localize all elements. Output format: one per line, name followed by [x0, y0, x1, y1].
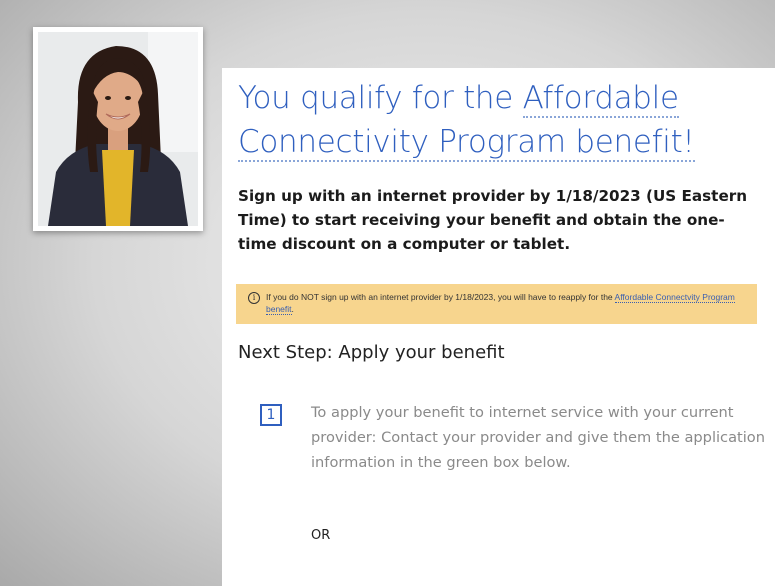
presenter-photo-frame — [33, 27, 203, 231]
step-number-badge: 1 — [260, 404, 282, 426]
alert-text: If you do NOT sign up with an internet p… — [266, 292, 615, 302]
info-icon: i — [248, 292, 260, 304]
title-text: You qualify for the — [238, 80, 523, 116]
presenter-image — [38, 32, 198, 226]
next-step-heading: Next Step: Apply your benefit — [238, 342, 505, 363]
step-text: To apply your benefit to internet servic… — [311, 404, 765, 471]
alert-tail: . — [291, 304, 294, 314]
presenter-photo — [38, 32, 198, 226]
deadline-alert: i If you do NOT sign up with an internet… — [236, 284, 757, 324]
or-separator: OR — [311, 528, 331, 543]
signup-instruction: Sign up with an internet provider by 1/1… — [238, 187, 748, 253]
title-link-line2[interactable]: Connectivity Program benefit! — [238, 124, 695, 162]
benefit-card: You qualify for the Affordable Connectiv… — [222, 68, 775, 586]
title-link[interactable]: Affordable — [522, 80, 679, 118]
page-title: You qualify for the Affordable Connectiv… — [238, 76, 758, 164]
